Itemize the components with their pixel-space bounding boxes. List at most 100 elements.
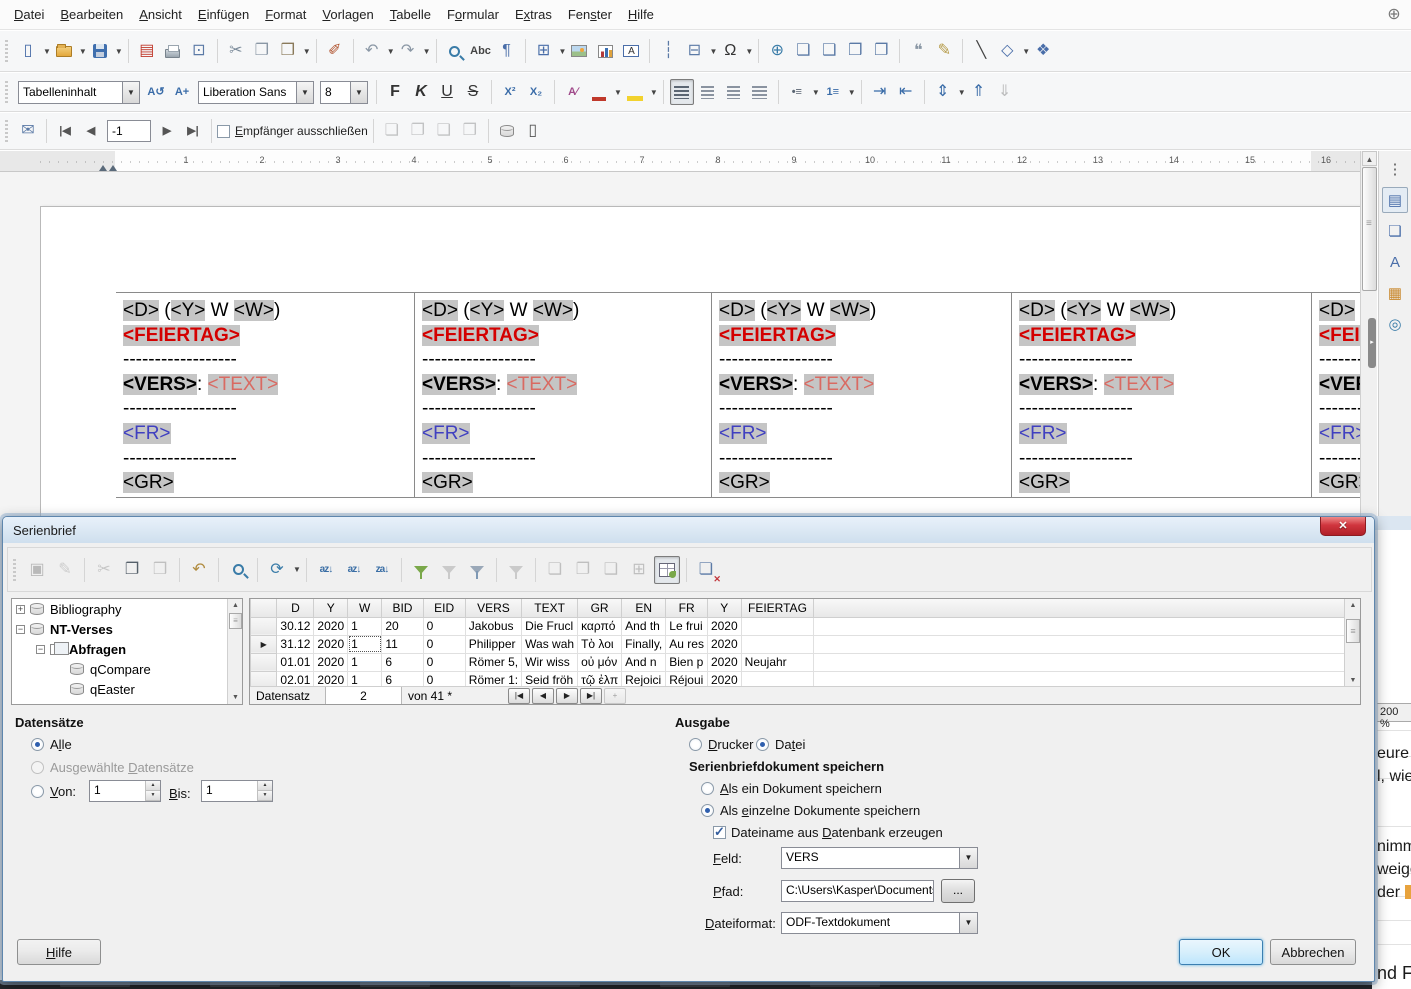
update-style-icon[interactable]: A↺ [144, 79, 168, 105]
table-cell[interactable]: Finally, [622, 635, 666, 653]
last-record-button[interactable]: ▶| [580, 688, 602, 704]
menu-formular[interactable]: Formular [439, 3, 507, 26]
redo-dropdown-icon[interactable]: ▼ [423, 47, 431, 56]
scroll-up-icon[interactable]: ▲ [1345, 599, 1361, 613]
tree-scrollbar[interactable]: ▲ ≡ ▼ [227, 599, 242, 704]
toolbar-grip[interactable] [11, 559, 19, 581]
spin-up-icon[interactable]: ▲ [258, 781, 272, 791]
help-button[interactable]: Hilfe [17, 939, 101, 965]
increase-indent-icon[interactable]: ⇥ [868, 79, 892, 105]
open-folder-dropdown-icon[interactable]: ▼ [79, 47, 87, 56]
tree-item-nt-verses[interactable]: −NT-Verses [12, 619, 242, 639]
from-record-spinner[interactable]: 1 ▲▼ [89, 780, 161, 802]
radio-icon[interactable] [689, 738, 702, 751]
chevron-down-icon[interactable]: ▼ [122, 82, 139, 103]
menu-format[interactable]: Format [257, 3, 314, 26]
subscript-icon[interactable]: X₂ [524, 79, 548, 105]
line-spacing-icon[interactable]: ⇕ [931, 79, 955, 105]
table-cell[interactable]: 2020 [707, 635, 741, 653]
radio-save-individual-documents[interactable]: Als einzelne Dokumente speichern [701, 803, 920, 818]
table-cell[interactable]: Τὸ λοι [578, 635, 622, 653]
underline-icon[interactable]: U [435, 79, 459, 105]
column-header-y[interactable]: Y [707, 599, 741, 617]
table-cell[interactable]: Philipper [465, 635, 521, 653]
page-break-icon[interactable]: ┆ [656, 38, 680, 64]
indent-marker[interactable] [109, 165, 117, 171]
table-cell[interactable]: And n [622, 653, 666, 671]
close-data-source-icon[interactable]: ❏ [693, 556, 719, 584]
chevron-down-icon[interactable]: ▼ [959, 913, 977, 933]
record-number-input[interactable]: -1 [107, 120, 151, 142]
bullet-list-dropdown-icon[interactable]: ▼ [812, 88, 820, 97]
clone-formatting-icon[interactable]: ✐ [323, 38, 347, 64]
paste-dropdown-icon[interactable]: ▼ [303, 47, 311, 56]
table-cell[interactable]: 30.12 [277, 617, 314, 635]
tree-item-bibliography[interactable]: +Bibliography [12, 599, 242, 619]
table-cell[interactable]: Le frui [666, 617, 708, 635]
insert-footnote-icon[interactable]: ❏ [791, 38, 815, 64]
first-record-icon[interactable]: |◀ [53, 118, 77, 144]
column-header-fr[interactable]: FR [666, 599, 708, 617]
open-folder-icon[interactable] [52, 38, 76, 64]
special-character-dropdown-icon[interactable]: ▼ [745, 47, 753, 56]
radio-printer[interactable]: Drucker [689, 737, 754, 752]
table-row[interactable]: 30.1220201200JakobusDie FruclκαρπόAnd th… [251, 617, 1360, 635]
grid-corner[interactable] [251, 599, 277, 617]
gallery-deck-icon[interactable]: ▦ [1382, 280, 1408, 306]
align-left-icon[interactable] [674, 86, 689, 99]
scroll-down-icon[interactable]: ▼ [228, 691, 243, 704]
table-cell[interactable] [741, 635, 814, 653]
cross-reference-icon[interactable]: ❐ [869, 38, 893, 64]
chevron-down-icon[interactable]: ▼ [959, 848, 977, 868]
tree-item-abfragen[interactable]: −Abfragen [12, 639, 242, 659]
font-color-dropdown-icon[interactable]: ▼ [614, 88, 622, 97]
indent-marker[interactable] [99, 165, 107, 171]
table-cell[interactable]: 2020 [707, 653, 741, 671]
print-icon[interactable] [161, 38, 185, 64]
decrease-indent-icon[interactable]: ⇤ [894, 79, 918, 105]
table-cell[interactable]: 2020 [314, 617, 348, 635]
new-document-dropdown-icon[interactable]: ▼ [43, 47, 51, 56]
to-record-spinner[interactable]: 1 ▲▼ [201, 780, 273, 802]
bold-icon[interactable]: F [383, 79, 407, 105]
print-icon[interactable] [165, 49, 180, 58]
column-header-text[interactable]: TEXT [522, 599, 578, 617]
scrollbar-thumb[interactable]: ≡ [229, 613, 242, 629]
horizontal-ruler[interactable]: 12345678910111213141516 [0, 151, 1377, 172]
current-document-icon[interactable]: ▯ [521, 118, 545, 144]
toolbar-grip[interactable] [3, 81, 11, 103]
special-character-icon[interactable]: Ω [718, 38, 742, 64]
menu-datei[interactable]: Datei [6, 3, 52, 26]
paragraph-style-select[interactable]: Tabelleninhalt ▼ [18, 81, 140, 104]
font-color-icon[interactable] [587, 79, 611, 105]
find-replace-icon[interactable] [449, 46, 460, 57]
radio-save-single-document[interactable]: Als ein Dokument speichern [701, 781, 882, 796]
print-preview-icon[interactable]: ⊡ [187, 38, 211, 64]
column-header-d[interactable]: D [277, 599, 314, 617]
dialog-titlebar[interactable]: Serienbrief [3, 517, 1374, 543]
table-cell[interactable]: <D> (<Y> W <W>)<FEIERTAG>---------------… [1312, 293, 1361, 497]
file-format-select[interactable]: ODF-Textdokument ▼ [781, 912, 978, 934]
document-page[interactable]: <D> (<Y> W <W>)<FEIERTAG>---------------… [40, 206, 1360, 516]
table-cell[interactable]: 0 [423, 617, 465, 635]
track-changes-icon[interactable]: ✎ [932, 38, 956, 64]
highlight-color-dropdown-icon[interactable]: ▼ [650, 88, 658, 97]
font-name-select[interactable]: Liberation Sans ▼ [198, 81, 314, 104]
sort-descending-icon[interactable]: za↓ [369, 556, 395, 584]
sort-icon[interactable]: az↓ [313, 556, 339, 584]
clear-formatting-icon[interactable]: A∕ [561, 79, 585, 105]
font-color-icon[interactable] [592, 84, 606, 100]
align-center-icon[interactable] [701, 86, 714, 99]
expand-icon[interactable]: + [16, 605, 25, 614]
align-justify-icon[interactable] [752, 86, 767, 99]
table-cell[interactable]: 20 [382, 617, 423, 635]
strikethrough-icon[interactable]: S [461, 79, 485, 105]
table-cell[interactable] [741, 617, 814, 635]
table-cell[interactable]: <D> (<Y> W <W>)<FEIERTAG>---------------… [1012, 293, 1312, 497]
new-style-icon[interactable]: A+ [170, 79, 194, 105]
table-cell[interactable]: 2020 [707, 617, 741, 635]
last-record-icon[interactable]: ▶| [181, 118, 205, 144]
close-button[interactable]: ✕ [1320, 517, 1366, 536]
table-row[interactable]: ▶31.1220201110PhilipperWas wahΤὸ λοιFina… [251, 635, 1360, 653]
sidebar-settings-icon[interactable]: ⋮ [1382, 156, 1408, 182]
